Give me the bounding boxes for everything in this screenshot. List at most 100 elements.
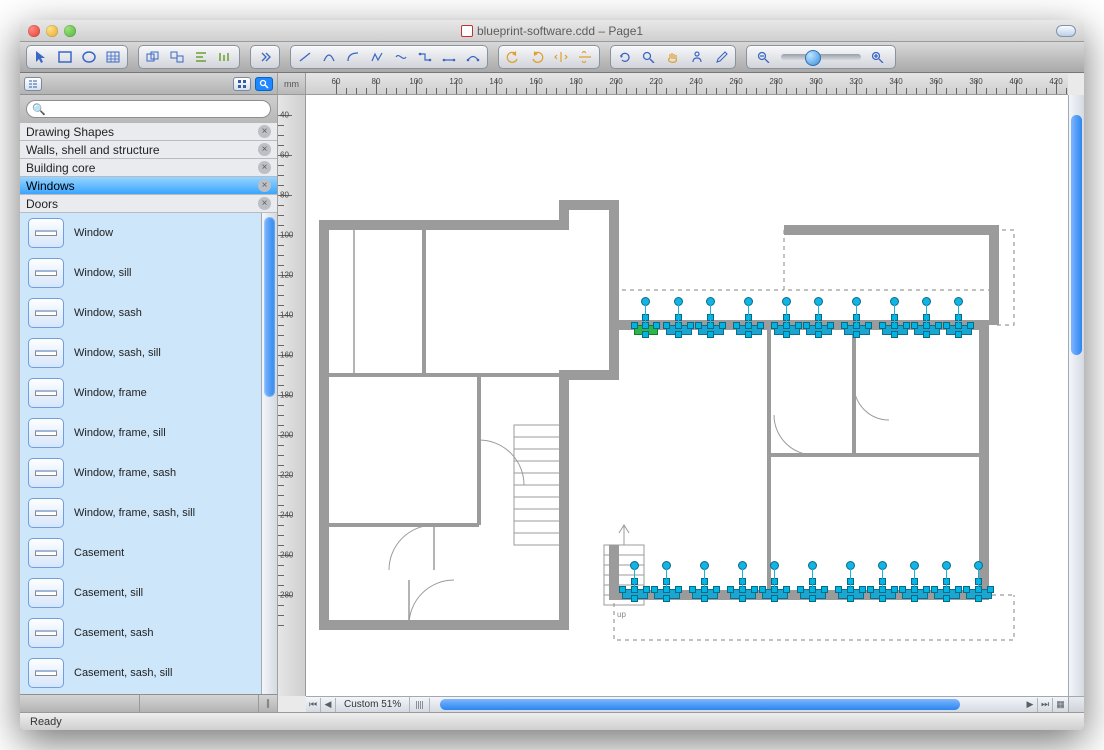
sidebar-footer-seg[interactable] — [20, 695, 140, 712]
selected-window-shape[interactable] — [692, 581, 718, 607]
connector-tool-3[interactable] — [462, 48, 484, 66]
library-item[interactable]: Casement, frame — [20, 693, 261, 694]
selected-window-shape[interactable] — [914, 317, 940, 343]
page-prev-icon[interactable]: ◀ — [321, 698, 336, 712]
titlebar[interactable]: blueprint-software.cdd – Page1 — [20, 20, 1084, 42]
page-next-icon[interactable]: ▶ — [1023, 698, 1038, 712]
selected-window-shape[interactable] — [698, 317, 724, 343]
pointer-tool[interactable] — [30, 48, 52, 66]
rotate-right-tool[interactable] — [526, 48, 548, 66]
hand-tool[interactable] — [662, 48, 684, 66]
more-tools-icon[interactable] — [254, 48, 276, 66]
sidebar-search-icon[interactable] — [255, 77, 273, 91]
library-list[interactable]: WindowWindow, sillWindow, sashWindow, sa… — [20, 213, 261, 694]
selected-window-shape[interactable] — [902, 581, 928, 607]
connector-tool-1[interactable] — [414, 48, 436, 66]
eyedropper-tool[interactable] — [710, 48, 732, 66]
refresh-tool[interactable] — [614, 48, 636, 66]
selected-window-shape[interactable] — [666, 317, 692, 343]
table-tool[interactable] — [102, 48, 124, 66]
rotate-left-tool[interactable] — [502, 48, 524, 66]
sidebar-footer-seg[interactable] — [140, 695, 260, 712]
sidebar-category[interactable]: Building core× — [20, 159, 277, 177]
tree-view-icon[interactable] — [24, 77, 42, 91]
page-last-icon[interactable]: ⏭ — [1038, 698, 1053, 712]
close-icon[interactable] — [28, 25, 40, 37]
library-item[interactable]: Window, frame, sash, sill — [20, 493, 261, 533]
canvas-viewport[interactable]: up — [306, 95, 1068, 696]
selected-window-shape[interactable] — [634, 317, 658, 343]
page-first-icon[interactable]: ⏮ — [306, 698, 321, 712]
toolbar-toggle-icon[interactable] — [1056, 25, 1076, 37]
selected-window-shape[interactable] — [800, 581, 826, 607]
ruler-unit-label[interactable]: mm — [278, 73, 306, 95]
search-input[interactable] — [26, 100, 271, 118]
library-item[interactable]: Window, frame — [20, 373, 261, 413]
close-icon[interactable]: × — [258, 143, 271, 156]
scrollbar-horizontal[interactable] — [430, 697, 1023, 712]
selected-window-shape[interactable] — [844, 317, 870, 343]
flip-v-tool[interactable] — [574, 48, 596, 66]
selected-window-shape[interactable] — [774, 317, 800, 343]
polyline-tool[interactable] — [366, 48, 388, 66]
selected-window-shape[interactable] — [882, 317, 908, 343]
selected-window-shape[interactable] — [934, 581, 960, 607]
flip-h-tool[interactable] — [550, 48, 572, 66]
library-item[interactable]: Window, sill — [20, 253, 261, 293]
selected-window-shape[interactable] — [946, 317, 972, 343]
selected-window-shape[interactable] — [966, 581, 992, 607]
sidebar-footer-seg[interactable]: ∥ — [259, 695, 277, 712]
path-tool[interactable] — [390, 48, 412, 66]
ellipse-tool[interactable] — [78, 48, 100, 66]
selected-window-shape[interactable] — [622, 581, 648, 607]
line-tool[interactable] — [294, 48, 316, 66]
ruler-horizontal[interactable]: 6080100120140160180200220240260280300320… — [306, 73, 1068, 95]
sidebar-category[interactable]: Walls, shell and structure× — [20, 141, 277, 159]
sidebar-category[interactable]: Windows× — [20, 177, 277, 195]
selected-window-shape[interactable] — [806, 317, 832, 343]
zoom-label[interactable]: Custom 51% — [336, 697, 410, 712]
arc-tool[interactable] — [342, 48, 364, 66]
sidebar-category[interactable]: Doors× — [20, 195, 277, 213]
selected-window-shape[interactable] — [870, 581, 896, 607]
sidebar-category[interactable]: Drawing Shapes× — [20, 123, 277, 141]
zoom-slider[interactable] — [781, 54, 861, 60]
selected-window-shape[interactable] — [838, 581, 864, 607]
library-item[interactable]: Window, sash, sill — [20, 333, 261, 373]
curve-tool[interactable] — [318, 48, 340, 66]
library-scrollbar[interactable] — [261, 213, 277, 694]
zoom-in-button[interactable] — [867, 48, 889, 66]
close-icon[interactable]: × — [258, 161, 271, 174]
library-item[interactable]: Window, frame, sill — [20, 413, 261, 453]
zoom-icon[interactable] — [64, 25, 76, 37]
library-item[interactable]: Window, frame, sash — [20, 453, 261, 493]
scrollbar-vertical[interactable] — [1068, 95, 1084, 696]
thumbnail-view-icon[interactable] — [233, 77, 251, 91]
minimize-icon[interactable] — [46, 25, 58, 37]
library-item[interactable]: Casement — [20, 533, 261, 573]
zoom-tool[interactable] — [638, 48, 660, 66]
resize-grip-icon[interactable] — [1068, 696, 1084, 712]
library-item[interactable]: Window, sash — [20, 293, 261, 333]
splitter-grip-icon[interactable] — [410, 698, 430, 712]
align-tool-1[interactable] — [190, 48, 212, 66]
selected-window-shape[interactable] — [730, 581, 756, 607]
group-tool[interactable] — [142, 48, 164, 66]
library-item[interactable]: Window — [20, 213, 261, 253]
align-tool-2[interactable] — [214, 48, 236, 66]
close-icon[interactable]: × — [258, 179, 271, 192]
ruler-vertical[interactable]: 406080100120140160180200220240260280 — [278, 95, 306, 696]
ungroup-tool[interactable] — [166, 48, 188, 66]
connector-tool-2[interactable] — [438, 48, 460, 66]
person-tool[interactable] — [686, 48, 708, 66]
selected-window-shape[interactable] — [654, 581, 680, 607]
library-item[interactable]: Casement, sash — [20, 613, 261, 653]
close-icon[interactable]: × — [258, 125, 271, 138]
selected-window-shape[interactable] — [736, 317, 762, 343]
library-item[interactable]: Casement, sill — [20, 573, 261, 613]
close-icon[interactable]: × — [258, 197, 271, 210]
rectangle-tool[interactable] — [54, 48, 76, 66]
zoom-out-button[interactable] — [753, 48, 775, 66]
selected-window-shape[interactable] — [762, 581, 788, 607]
page-menu-icon[interactable]: ▦ — [1053, 698, 1068, 712]
